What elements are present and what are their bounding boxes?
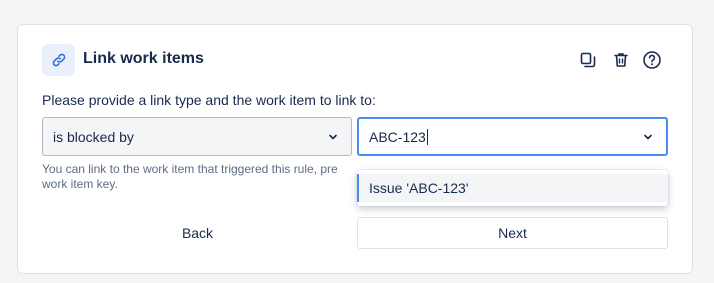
link-work-items-card: Link work items Please provide a link ty… (17, 24, 693, 274)
back-button[interactable]: Back (42, 217, 353, 249)
link-type-value: is blocked by (53, 128, 134, 145)
work-item-dropdown: Issue 'ABC-123' (357, 170, 668, 206)
chevron-down-icon (327, 131, 339, 143)
helper-text-line1: You can link to the work item that trigg… (42, 162, 338, 176)
link-type-select[interactable]: is blocked by (42, 117, 352, 156)
text-cursor (426, 128, 428, 145)
copy-icon[interactable] (577, 49, 599, 71)
work-item-value: ABC-123 (369, 128, 426, 145)
work-item-input[interactable]: ABC-123 (357, 117, 668, 156)
next-button[interactable]: Next (357, 217, 668, 249)
link-icon-badge (42, 44, 75, 76)
help-icon[interactable] (641, 49, 663, 71)
dropdown-option[interactable]: Issue 'ABC-123' (357, 174, 668, 202)
card-title: Link work items (83, 50, 204, 67)
instruction-text: Please provide a link type and the work … (42, 92, 376, 108)
helper-text-line2: work item key. (42, 177, 118, 191)
helper-text: You can link to the work item that trigg… (42, 162, 342, 192)
link-icon (52, 53, 65, 67)
chevron-down-icon[interactable] (642, 131, 654, 143)
trash-icon[interactable] (610, 49, 632, 71)
